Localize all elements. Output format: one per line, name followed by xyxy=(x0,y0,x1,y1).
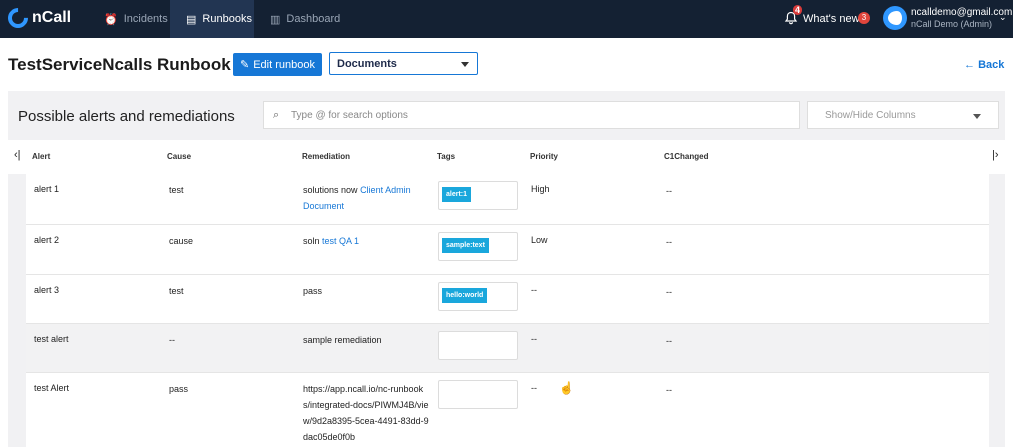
scroll-left-icon[interactable]: ‹| xyxy=(14,149,21,161)
panel-title: Possible alerts and remediations xyxy=(18,108,235,125)
cell-alert: alert 3 xyxy=(34,285,60,295)
cell-cause: test xyxy=(169,286,184,296)
tags-field[interactable]: hello:world xyxy=(438,282,518,311)
tags-field[interactable]: sample:text xyxy=(438,232,518,261)
cell-remediation: pass xyxy=(303,286,323,296)
pencil-icon: ✎ xyxy=(240,59,250,71)
cell-c1changed: -- xyxy=(666,385,672,395)
cell-alert: alert 1 xyxy=(34,184,60,194)
cell-priority: -- xyxy=(531,334,537,344)
page-title: TestServiceNcalls Runbook xyxy=(8,55,231,74)
logo-text: nCall xyxy=(32,9,72,26)
column-header-cause[interactable]: Cause xyxy=(167,152,191,161)
remediation-text: solutions now xyxy=(303,185,358,195)
back-label: Back xyxy=(978,59,1005,71)
caret-down-icon xyxy=(461,62,469,67)
nav-dashboard-label: Dashboard xyxy=(286,13,341,25)
logo[interactable]: nCall xyxy=(3,3,72,33)
show-hide-columns-select[interactable]: Show/Hide Columns xyxy=(807,101,999,129)
edit-runbook-label: Edit runbook xyxy=(253,58,315,71)
bar-chart-icon: ▥ xyxy=(270,13,281,26)
mouse-cursor-icon: ☝ xyxy=(559,381,574,395)
edit-runbook-button[interactable]: ✎ Edit runbook xyxy=(233,53,322,76)
whats-new-link[interactable]: What's new? xyxy=(803,13,866,25)
user-role: nCall Demo (Admin) xyxy=(911,19,993,29)
arrow-left-icon: ← xyxy=(964,59,975,71)
search-icon: ⌕ xyxy=(273,109,280,121)
remediation-link[interactable]: test QA 1 xyxy=(322,236,359,246)
chevron-down-icon[interactable]: ⌄ xyxy=(999,12,1007,23)
nav-runbooks[interactable]: ▤ Runbooks xyxy=(170,0,254,38)
cell-remediation: solutions now Client Admin Document xyxy=(303,182,429,214)
documents-select[interactable]: Documents xyxy=(329,52,478,75)
tags-field[interactable] xyxy=(438,380,518,409)
nav-dashboard[interactable]: ▥ Dashboard xyxy=(254,0,356,38)
search-placeholder: Type @ for search options xyxy=(291,110,408,121)
search-input[interactable]: ⌕ Type @ for search options xyxy=(263,101,800,129)
whats-new-badge: 3 xyxy=(858,12,870,24)
cell-priority: -- xyxy=(531,285,537,295)
tags-field[interactable]: alert:1 xyxy=(438,181,518,210)
cell-cause: pass xyxy=(169,384,189,394)
cell-remediation: sample remediation xyxy=(303,335,382,345)
ncall-logo-icon xyxy=(3,3,33,33)
tag-chip[interactable]: alert:1 xyxy=(442,187,472,202)
column-header-alert[interactable]: Alert xyxy=(32,152,50,161)
cell-c1changed: -- xyxy=(666,237,672,247)
nav-incidents-label: Incidents xyxy=(123,13,168,25)
cell-cause: test xyxy=(169,185,184,195)
column-header-priority[interactable]: Priority xyxy=(530,152,558,161)
cell-cause: cause xyxy=(169,236,194,246)
cell-priority: High xyxy=(531,184,550,194)
table-header: ‹| Alert Cause Remediation Tags Priority… xyxy=(8,140,1005,174)
show-hide-columns-label: Show/Hide Columns xyxy=(825,110,916,121)
cell-c1changed: -- xyxy=(666,186,672,196)
book-icon: ▤ xyxy=(186,13,197,26)
user-email[interactable]: ncalldemo@gmail.com xyxy=(911,7,1012,18)
scroll-right-icon[interactable]: |› xyxy=(992,149,999,161)
tag-chip[interactable]: hello:world xyxy=(442,288,488,303)
alarm-icon: ⏰ xyxy=(104,13,118,26)
cell-priority: -- xyxy=(531,383,537,393)
documents-select-value: Documents xyxy=(337,58,397,70)
nav-runbooks-label: Runbooks xyxy=(202,13,252,25)
cell-cause: -- xyxy=(169,335,175,345)
column-header-tags[interactable]: Tags xyxy=(437,152,455,161)
avatar[interactable] xyxy=(883,6,907,30)
tag-chip[interactable]: sample:text xyxy=(442,238,489,253)
cell-c1changed: -- xyxy=(666,287,672,297)
column-header-c1changed[interactable]: C1Changed xyxy=(664,152,708,161)
cell-alert: alert 2 xyxy=(34,235,60,245)
caret-down-icon xyxy=(973,114,981,119)
notification-badge: 4 xyxy=(793,5,803,15)
back-link[interactable]: ← Back xyxy=(964,59,1004,71)
cell-c1changed: -- xyxy=(666,336,672,346)
table-row[interactable]: alert 2 cause soln test QA 1 sample:text… xyxy=(26,225,989,275)
column-header-remediation[interactable]: Remediation xyxy=(302,152,350,161)
cell-alert: test Alert xyxy=(34,383,70,393)
table-row[interactable]: test alert -- sample remediation -- -- xyxy=(26,324,989,373)
cell-remediation: https://app.ncall.io/nc-runbooks/integra… xyxy=(303,384,429,442)
table-row[interactable]: test Alert pass https://app.ncall.io/nc-… xyxy=(26,373,989,447)
table-row[interactable]: alert 1 test solutions now Client Admin … xyxy=(26,174,989,225)
cell-alert: test alert xyxy=(34,334,69,344)
cell-remediation: soln test QA 1 xyxy=(303,233,429,249)
table-row[interactable]: alert 3 test pass hello:world -- -- xyxy=(26,275,989,324)
top-navbar: nCall ⏰ Incidents ▤ Runbooks ▥ Dashboard… xyxy=(0,0,1013,38)
remediation-text: soln xyxy=(303,236,320,246)
cell-priority: Low xyxy=(531,235,548,245)
tags-field[interactable] xyxy=(438,331,518,360)
